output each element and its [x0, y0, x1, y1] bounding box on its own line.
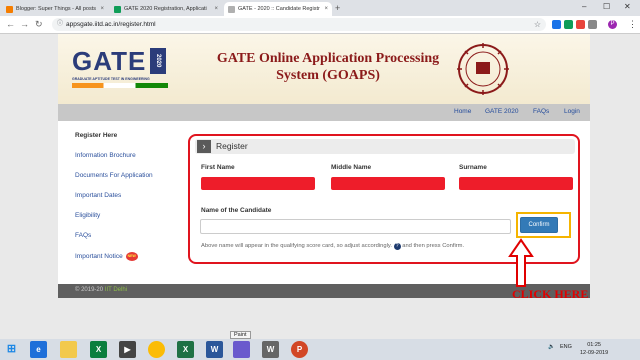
- site-title: GATE Online Application Processing Syste…: [208, 50, 448, 84]
- speaker-icon[interactable]: 🔈: [548, 344, 555, 350]
- sidebar-item-information-brochure[interactable]: Information Brochure: [75, 152, 136, 159]
- extension-icon[interactable]: [588, 20, 597, 29]
- powerpoint-icon[interactable]: P: [291, 341, 308, 358]
- site-title-line1: GATE Online Application Processing: [216, 51, 440, 66]
- url-text: appsgate.iitd.ac.in/register.html: [66, 21, 156, 28]
- forward-button[interactable]: →: [20, 19, 29, 29]
- hint-text-end: and then press Confirm.: [402, 243, 465, 249]
- sidebar-item-register-here[interactable]: Register Here: [75, 132, 117, 139]
- maximize-button[interactable]: ☐: [603, 2, 610, 11]
- profile-avatar[interactable]: P: [608, 20, 617, 29]
- middle-name-field[interactable]: [331, 177, 445, 190]
- whiteboard-icon[interactable]: W: [262, 341, 279, 358]
- annotation-arrow-icon: [508, 238, 534, 287]
- candidate-name-label: Name of the Candidate: [201, 207, 272, 214]
- help-icon[interactable]: ?: [393, 243, 401, 250]
- copyright-text: © 2019-20: [75, 287, 104, 293]
- close-tab-icon[interactable]: ×: [321, 6, 328, 12]
- middle-name-label: Middle Name: [331, 164, 372, 171]
- hint-text: Above name will appear in the qualifying…: [201, 243, 392, 249]
- address-bar[interactable]: ⓘ appsgate.iitd.ac.in/register.html ☆: [52, 18, 546, 31]
- first-name-label: First Name: [201, 164, 235, 171]
- footer-copyright: © 2019-20 IIT Delhi: [75, 287, 127, 293]
- nav-gate-2020[interactable]: GATE 2020: [485, 108, 518, 115]
- candidate-name-input[interactable]: [200, 219, 511, 234]
- nav-home[interactable]: Home: [454, 108, 471, 115]
- clock-time: 01:25: [587, 342, 601, 348]
- info-icon[interactable]: ⓘ: [57, 18, 63, 31]
- excel-icon[interactable]: X: [90, 341, 107, 358]
- clock-date: 12-09-2019: [580, 350, 609, 356]
- windows-taskbar: ⊞ e X ▶ X W W P 🔈 ENG 01:25 12-09-2019: [0, 339, 640, 360]
- tricolor-stripe: [72, 83, 168, 88]
- click-here-annotation: CLICK HERE: [512, 287, 589, 301]
- register-title: Register: [216, 141, 248, 151]
- chrome-icon[interactable]: [148, 341, 165, 358]
- name-hint: Above name will appear in the qualifying…: [201, 243, 464, 250]
- site-nav: Home GATE 2020 FAQs Login: [58, 104, 590, 121]
- close-tab-icon[interactable]: ×: [211, 6, 218, 12]
- new-badge-icon: NEW: [125, 252, 138, 261]
- surname-label: Surname: [459, 164, 487, 171]
- extension-icon[interactable]: [576, 20, 585, 29]
- site-header: GATE 2020 GRADUATE APTITUDE TEST IN ENGI…: [58, 34, 590, 104]
- bookmark-star-icon[interactable]: ☆: [534, 18, 541, 31]
- browser-tab-bar: Blogger: Super Things - All posts × GATE…: [0, 0, 640, 16]
- sidebar-item-important-dates[interactable]: Important Dates: [75, 192, 121, 199]
- taskbar-tooltip: Paint: [230, 331, 251, 339]
- tab-title: Blogger: Super Things - All posts: [16, 6, 96, 12]
- blogger-icon: [6, 5, 13, 13]
- file-explorer-icon[interactable]: [60, 341, 77, 358]
- logo-year: 2020: [150, 48, 166, 74]
- ie-icon[interactable]: e: [30, 341, 47, 358]
- tab-title: GATE - 2020 :: Candidate Registr: [238, 6, 320, 12]
- new-tab-button[interactable]: +: [335, 3, 340, 13]
- browser-toolbar: ← → ↻ ⓘ appsgate.iitd.ac.in/register.htm…: [0, 16, 640, 34]
- site-favicon-icon: [114, 5, 121, 13]
- nav-faqs[interactable]: FAQs: [533, 108, 549, 115]
- logo-subtitle: GRADUATE APTITUDE TEST IN ENGINEERING: [72, 77, 150, 81]
- tray-language[interactable]: ENG: [560, 344, 572, 350]
- first-name-field[interactable]: [201, 177, 315, 190]
- gate-logo[interactable]: GATE 2020 GRADUATE APTITUDE TEST IN ENGI…: [72, 46, 172, 96]
- footer-org-link[interactable]: IIT Delhi: [105, 287, 127, 293]
- windows-start-icon[interactable]: ⊞: [3, 341, 20, 358]
- menu-icon[interactable]: ⋮: [628, 19, 637, 30]
- extension-icon[interactable]: [552, 20, 561, 29]
- logo-text: GATE: [72, 46, 147, 76]
- sidebar-item-eligibility[interactable]: Eligibility: [75, 212, 100, 219]
- word-icon[interactable]: W: [206, 341, 223, 358]
- sidebar-item-documents[interactable]: Documents For Application: [75, 172, 153, 179]
- surname-field[interactable]: [459, 177, 573, 190]
- tab-candidate-registration[interactable]: GATE - 2020 :: Candidate Registr ×: [224, 2, 332, 16]
- media-icon[interactable]: ▶: [119, 341, 136, 358]
- extension-icon[interactable]: [564, 20, 573, 29]
- site-favicon-icon: [228, 5, 235, 13]
- chevron-right-icon: ›: [197, 140, 211, 153]
- sidebar-item-important-notice[interactable]: Important Notice NEW: [75, 252, 138, 261]
- nav-login[interactable]: Login: [564, 108, 580, 115]
- back-button[interactable]: ←: [6, 19, 15, 29]
- tab-gate-registration[interactable]: GATE 2020 Registration, Applicati ×: [110, 2, 222, 16]
- reload-button[interactable]: ↻: [35, 19, 43, 30]
- sidebar-item-label: Important Notice: [75, 253, 123, 261]
- close-tab-icon[interactable]: ×: [97, 6, 104, 12]
- minimize-button[interactable]: –: [582, 2, 586, 11]
- register-header: [195, 139, 575, 154]
- paint-icon[interactable]: [233, 341, 250, 358]
- tab-title: GATE 2020 Registration, Applicati: [124, 6, 207, 12]
- iit-delhi-emblem-icon: [457, 43, 509, 95]
- excel-icon[interactable]: X: [177, 341, 194, 358]
- taskbar-clock[interactable]: 01:25 12-09-2019: [580, 341, 608, 357]
- tab-blogger[interactable]: Blogger: Super Things - All posts ×: [2, 2, 108, 16]
- sidebar-item-faqs[interactable]: FAQs: [75, 232, 91, 239]
- close-window-button[interactable]: ✕: [624, 2, 631, 11]
- confirm-button[interactable]: Confirm: [520, 217, 558, 233]
- site-title-line2: System (GOAPS): [276, 68, 380, 83]
